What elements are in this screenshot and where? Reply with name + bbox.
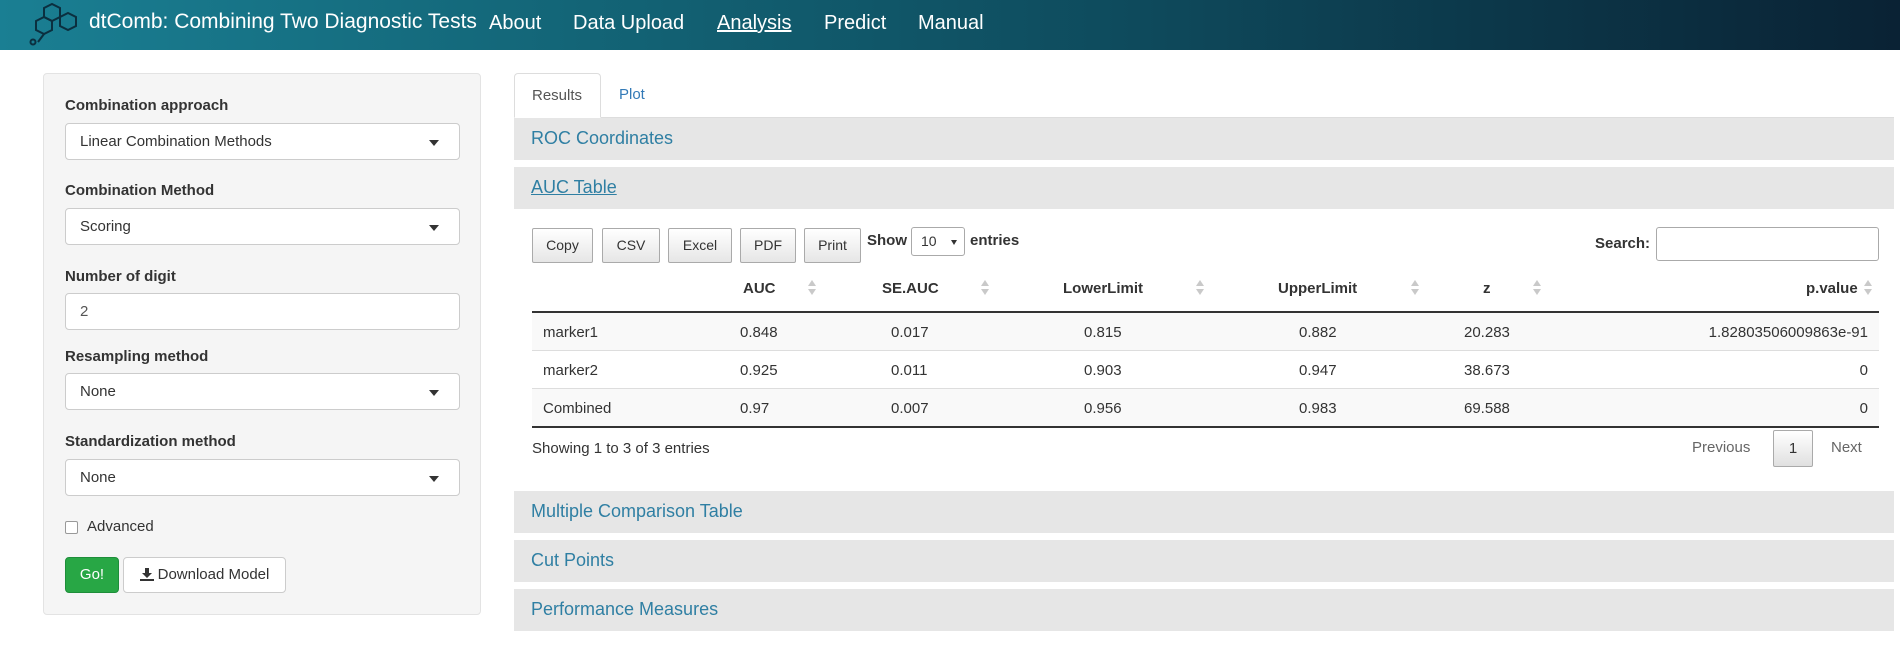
download-model-label: Download Model bbox=[157, 566, 270, 583]
download-icon bbox=[139, 568, 154, 581]
table-cell: 0.017 bbox=[891, 324, 929, 341]
digits-input[interactable]: 2 bbox=[65, 293, 460, 330]
sort-icon[interactable] bbox=[1864, 280, 1874, 296]
column-header-lowerlimit[interactable]: LowerLimit bbox=[1063, 280, 1143, 310]
table-row: marker2 0.925 0.011 0.903 0.947 38.673 0 bbox=[532, 351, 1879, 389]
column-header-p-value[interactable]: p.value bbox=[1806, 280, 1858, 310]
combination-approach-label: Combination approach bbox=[65, 97, 229, 114]
sort-icon[interactable] bbox=[1196, 280, 1206, 296]
show-label: Show bbox=[867, 232, 907, 249]
combination-method-select[interactable]: Scoring bbox=[65, 208, 460, 245]
nav-manual[interactable]: Manual bbox=[918, 12, 984, 35]
panel-performance-measures[interactable]: Performance Measures bbox=[514, 589, 1894, 631]
column-header-z[interactable]: z bbox=[1483, 280, 1491, 310]
copy-button[interactable]: Copy bbox=[532, 228, 593, 263]
sort-icon[interactable] bbox=[808, 280, 818, 296]
pdf-button[interactable]: PDF bbox=[740, 228, 796, 263]
row-label: Combined bbox=[543, 400, 612, 417]
table-row: Combined 0.97 0.007 0.956 0.983 69.588 0 bbox=[532, 389, 1879, 428]
advanced-label: Advanced bbox=[87, 518, 154, 535]
go-button[interactable]: Go! bbox=[65, 557, 119, 593]
search-input[interactable] bbox=[1656, 227, 1879, 261]
result-tabs: Results Plot bbox=[514, 73, 1894, 118]
sort-icon[interactable] bbox=[1411, 280, 1421, 296]
table-cell: 0.848 bbox=[740, 324, 778, 341]
table-cell: 0.947 bbox=[1299, 362, 1337, 379]
sort-icon[interactable] bbox=[1533, 280, 1543, 296]
table-cell: 0.983 bbox=[1299, 400, 1337, 417]
table-cell: 20.283 bbox=[1464, 324, 1510, 341]
table-row: marker1 0.848 0.017 0.815 0.882 20.283 1… bbox=[532, 313, 1879, 351]
nav-data-upload[interactable]: Data Upload bbox=[573, 12, 684, 35]
chevron-down-icon bbox=[429, 476, 439, 482]
advanced-option[interactable]: Advanced bbox=[65, 518, 154, 538]
search-label: Search: bbox=[1595, 235, 1651, 252]
chevron-down-icon bbox=[429, 225, 439, 231]
chevron-down-icon bbox=[951, 240, 957, 245]
advanced-checkbox[interactable] bbox=[65, 520, 78, 534]
panel-cut-points[interactable]: Cut Points bbox=[514, 540, 1894, 582]
sidebar-panel: Combination approach Linear Combination … bbox=[43, 73, 481, 615]
row-label: marker2 bbox=[543, 362, 599, 379]
combination-approach-value: Linear Combination Methods bbox=[80, 133, 272, 150]
combination-method-value: Scoring bbox=[80, 218, 131, 235]
entries-label: entries bbox=[970, 232, 1020, 249]
resampling-label: Resampling method bbox=[65, 348, 209, 365]
panel-multiple-comparison[interactable]: Multiple Comparison Table bbox=[514, 491, 1894, 533]
column-header-upperlimit[interactable]: UpperLimit bbox=[1278, 280, 1357, 310]
standardization-label: Standardization method bbox=[65, 433, 236, 450]
table-cell: 0.815 bbox=[1084, 324, 1122, 341]
next-page-button[interactable]: Next bbox=[1831, 430, 1862, 467]
panel-roc-coordinates[interactable]: ROC Coordinates bbox=[514, 118, 1894, 160]
entries-length-select[interactable]: 10 bbox=[911, 227, 965, 256]
nav-predict[interactable]: Predict bbox=[824, 12, 886, 35]
standardization-select[interactable]: None bbox=[65, 459, 460, 496]
tab-results[interactable]: Results bbox=[514, 73, 601, 118]
table-cell: 69.588 bbox=[1464, 400, 1510, 417]
table-cell: 0.903 bbox=[1084, 362, 1122, 379]
column-header-se-auc[interactable]: SE.AUC bbox=[882, 280, 939, 310]
chevron-down-icon bbox=[429, 390, 439, 396]
resampling-select[interactable]: None bbox=[65, 373, 460, 410]
app-title[interactable]: dtComb: Combining Two Diagnostic Tests bbox=[89, 10, 477, 34]
resampling-value: None bbox=[80, 383, 116, 400]
combination-approach-select[interactable]: Linear Combination Methods bbox=[65, 123, 460, 160]
csv-button[interactable]: CSV bbox=[602, 228, 660, 263]
table-cell: 1.82803506009863e-91 bbox=[1708, 324, 1868, 341]
table-cell: 0.011 bbox=[891, 362, 928, 379]
download-model-button[interactable]: Download Model bbox=[123, 557, 286, 593]
print-button[interactable]: Print bbox=[804, 228, 861, 263]
table-cell: 0 bbox=[1859, 362, 1868, 379]
panel-auc-table[interactable]: AUC Table bbox=[514, 167, 1894, 209]
tab-plot[interactable]: Plot bbox=[602, 73, 662, 118]
table-cell: 0.956 bbox=[1084, 400, 1122, 417]
table-cell: 0.925 bbox=[740, 362, 778, 379]
table-info: Showing 1 to 3 of 3 entries bbox=[532, 440, 710, 457]
column-header-auc[interactable]: AUC bbox=[743, 280, 776, 310]
table-cell: 0.97 bbox=[740, 400, 770, 417]
row-label: marker1 bbox=[543, 324, 599, 341]
excel-button[interactable]: Excel bbox=[668, 228, 732, 263]
table-cell: 0 bbox=[1859, 400, 1868, 417]
sort-icon[interactable] bbox=[981, 280, 991, 296]
entries-length-value: 10 bbox=[921, 233, 937, 249]
molecule-logo-icon bbox=[29, 2, 77, 46]
standardization-value: None bbox=[80, 469, 116, 486]
chevron-down-icon bbox=[429, 140, 439, 146]
navbar: dtComb: Combining Two Diagnostic Tests A… bbox=[0, 0, 1900, 50]
nav-about[interactable]: About bbox=[489, 12, 541, 35]
combination-method-label: Combination Method bbox=[65, 182, 215, 199]
nav-analysis[interactable]: Analysis bbox=[717, 12, 791, 35]
table-cell: 38.673 bbox=[1464, 362, 1510, 379]
table-cell: 0.882 bbox=[1299, 324, 1337, 341]
table-cell: 0.007 bbox=[891, 400, 929, 417]
digits-label: Number of digit bbox=[65, 268, 176, 285]
previous-page-button[interactable]: Previous bbox=[1692, 430, 1750, 467]
page-1-button[interactable]: 1 bbox=[1773, 430, 1813, 467]
